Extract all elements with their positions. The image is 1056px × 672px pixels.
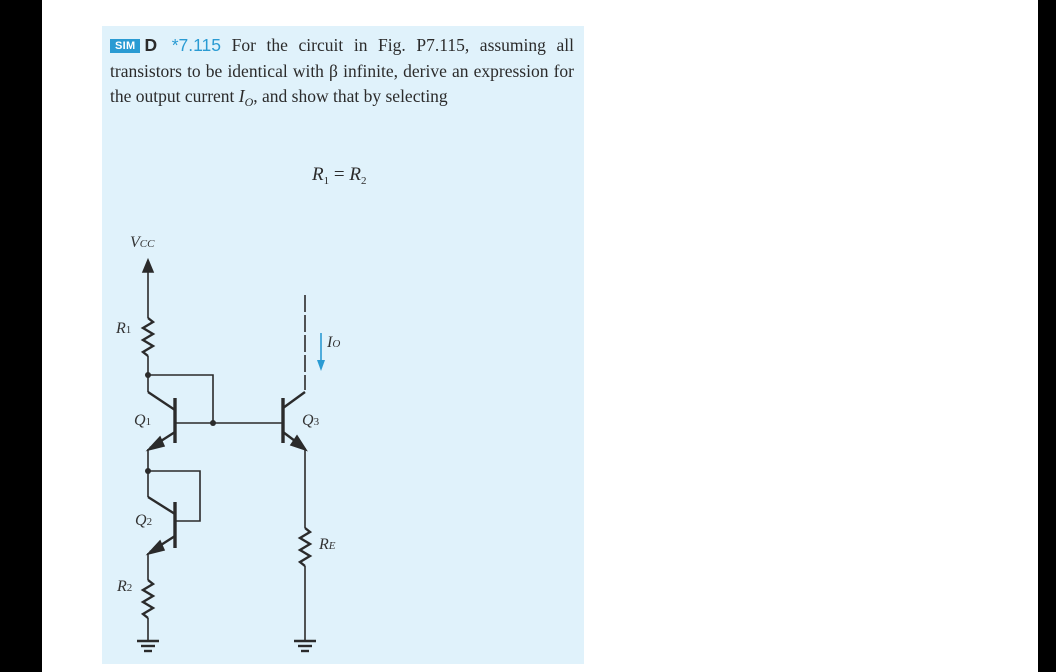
ground-right-icon xyxy=(294,639,316,653)
junction-q1-collector xyxy=(145,372,151,378)
q2-label: Q2 xyxy=(135,512,153,529)
re-label: RE xyxy=(319,536,336,553)
q3-collector xyxy=(282,391,306,409)
r1-resistor xyxy=(140,317,156,357)
ground-left-icon xyxy=(137,639,159,653)
r2-resistor xyxy=(140,579,156,619)
io-current-arrow-icon xyxy=(317,333,325,371)
circuit-diagram xyxy=(137,257,325,653)
re-resistor xyxy=(297,527,313,567)
junction-base-line xyxy=(210,420,216,426)
io-label: IO xyxy=(327,334,341,351)
q2-emitter-arrow-icon xyxy=(145,539,166,556)
junction-q2-collector xyxy=(145,468,151,474)
q3-label: Q3 xyxy=(302,412,320,429)
r1-label: R1 xyxy=(116,320,132,337)
r2-label: R2 xyxy=(117,578,133,595)
vcc-label: VCC xyxy=(130,234,155,251)
vcc-arrow-icon xyxy=(141,257,155,273)
q1-collector xyxy=(147,391,176,411)
q1-emitter-arrow-icon xyxy=(145,435,166,452)
q1-label: Q1 xyxy=(134,412,152,429)
q3-emitter-arrow-icon xyxy=(289,434,308,452)
